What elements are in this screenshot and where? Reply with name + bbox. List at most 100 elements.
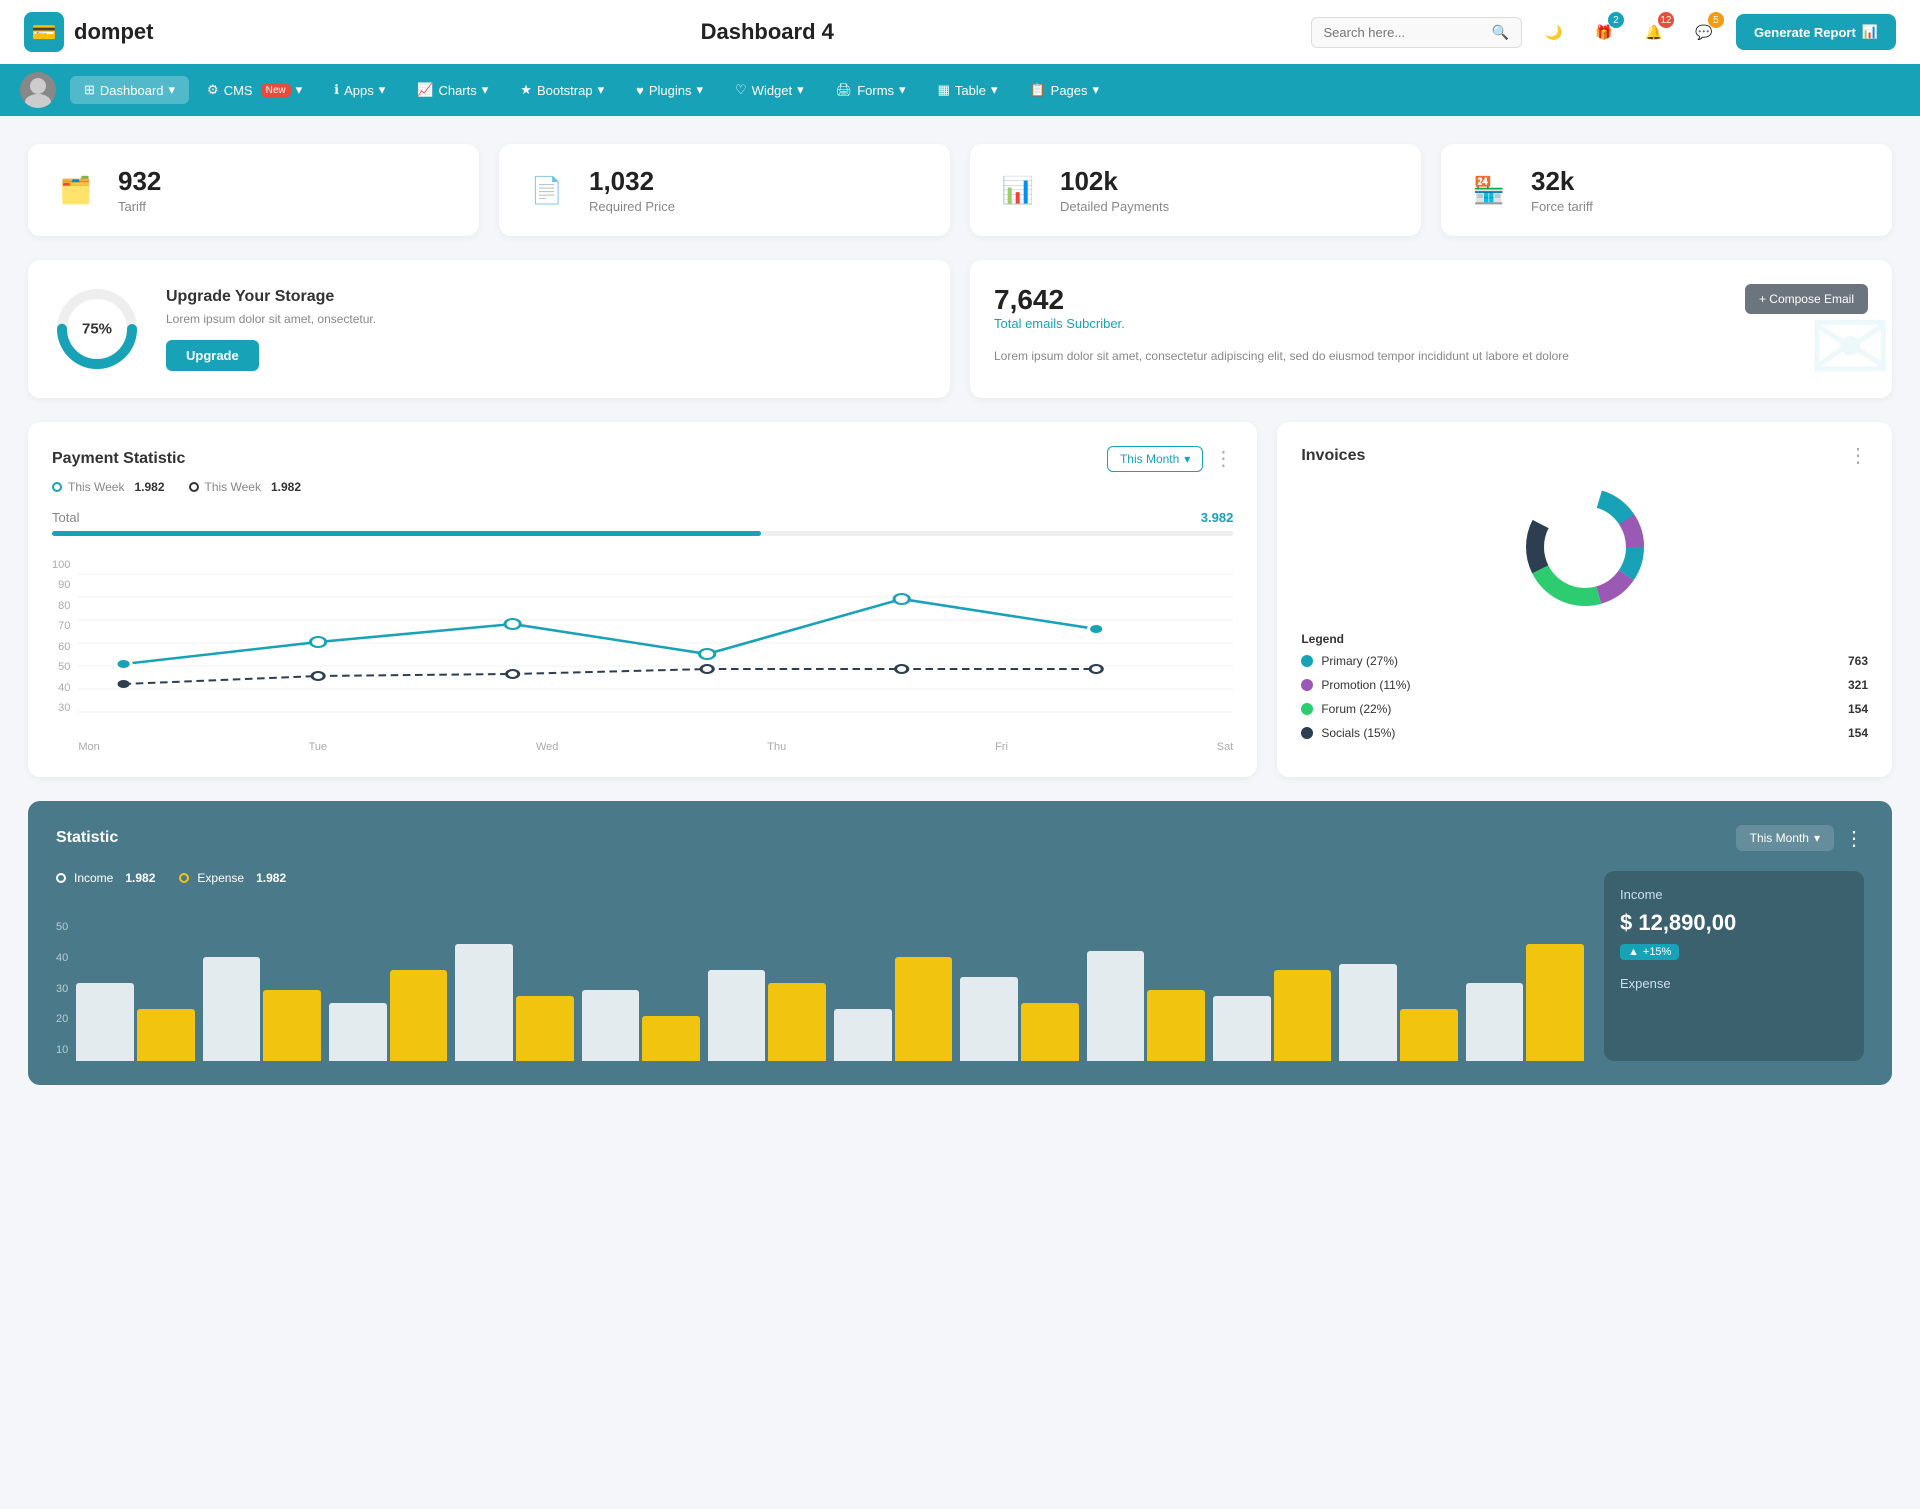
nav-item-apps[interactable]: ℹ Apps ▾ bbox=[320, 76, 399, 104]
chevron-down-icon-charts: ▾ bbox=[482, 82, 489, 98]
stat-info-tariff: 932 Tariff bbox=[118, 166, 161, 214]
bar-group bbox=[329, 921, 447, 1061]
statistic-month-filter-button[interactable]: This Month ▾ bbox=[1736, 825, 1834, 851]
total-value: 3.982 bbox=[1201, 510, 1234, 525]
storage-card-inner: 75% Upgrade Your Storage Lorem ipsum dol… bbox=[52, 284, 926, 374]
payment-y-labels: 100 90 80 70 60 50 40 30 bbox=[52, 554, 78, 734]
nav-label-apps: Apps bbox=[344, 83, 374, 98]
legend-expense: Expense 1.982 bbox=[179, 871, 286, 885]
nav-label-table: Table bbox=[955, 83, 986, 98]
filter-label: This Month bbox=[1120, 452, 1179, 466]
tariff-label: Tariff bbox=[118, 199, 161, 214]
legend-label-primary: Primary (27%) bbox=[1321, 654, 1398, 668]
email-description: Lorem ipsum dolor sit amet, consectetur … bbox=[994, 347, 1868, 365]
bar-group bbox=[203, 921, 321, 1061]
this-month-filter-button[interactable]: This Month ▾ bbox=[1107, 446, 1203, 472]
search-input[interactable] bbox=[1324, 25, 1484, 40]
chevron-down-icon-pages: ▾ bbox=[1093, 82, 1100, 98]
legend-color-socials bbox=[1301, 727, 1313, 739]
chevron-down-icon-forms: ▾ bbox=[899, 82, 906, 98]
bar-white bbox=[455, 944, 513, 1061]
nav-label-charts: Charts bbox=[438, 83, 476, 98]
chat-badge: 5 bbox=[1708, 12, 1724, 28]
income-legend-val: 1.982 bbox=[125, 871, 155, 885]
payment-chart-more-options[interactable]: ⋮ bbox=[1213, 449, 1233, 469]
income-panel-title: Income bbox=[1620, 887, 1848, 902]
storage-title: Upgrade Your Storage bbox=[166, 288, 376, 306]
legend-primary-left: Primary (27%) bbox=[1301, 654, 1398, 668]
chevron-down-icon-plugins: ▾ bbox=[696, 82, 703, 98]
bar-yellow bbox=[1400, 1009, 1458, 1061]
email-header: 7,642 Total emails Subcriber. + Compose … bbox=[994, 284, 1868, 339]
income-panel-amount: $ 12,890,00 bbox=[1620, 910, 1848, 936]
bar-group bbox=[708, 921, 826, 1061]
invoices-card: Invoices ⋮ Legend bbox=[1277, 422, 1892, 777]
logo-text: dompet bbox=[74, 19, 153, 45]
legend-promotion: Promotion (11%) 321 bbox=[1301, 678, 1868, 692]
stat-info-detailed-payments: 102k Detailed Payments bbox=[1060, 166, 1169, 214]
bar-chart-icon: 📊 bbox=[1862, 24, 1878, 40]
table-icon: ▦ bbox=[938, 82, 950, 98]
payment-line-chart bbox=[78, 554, 1233, 734]
force-tariff-label: Force tariff bbox=[1531, 199, 1593, 214]
nav-label-pages: Pages bbox=[1051, 83, 1088, 98]
bell-icon-btn[interactable]: 🔔 12 bbox=[1636, 14, 1672, 50]
cms-badge: New bbox=[261, 84, 291, 97]
search-icon: 🔍 bbox=[1492, 24, 1509, 41]
gift-icon-btn[interactable]: 🎁 2 bbox=[1586, 14, 1622, 50]
stat-card-required-price: 📄 1,032 Required Price bbox=[499, 144, 950, 236]
stat-info-required-price: 1,032 Required Price bbox=[589, 166, 675, 214]
legend-label-forum: Forum (22%) bbox=[1321, 702, 1391, 716]
pages-icon: 📋 bbox=[1029, 82, 1045, 98]
tariff-value: 932 bbox=[118, 166, 161, 197]
legend-dot-teal bbox=[52, 482, 62, 492]
force-tariff-value: 32k bbox=[1531, 166, 1593, 197]
bar-group bbox=[1213, 921, 1331, 1061]
nav-item-pages[interactable]: 📋 Pages ▾ bbox=[1015, 76, 1113, 104]
legend-count-socials: 154 bbox=[1848, 726, 1868, 740]
chevron-down-icon-apps: ▾ bbox=[379, 82, 386, 98]
chevron-down-icon-bootstrap: ▾ bbox=[598, 82, 605, 98]
email-label: Total emails Subcriber. bbox=[994, 316, 1125, 331]
detailed-payments-icon: 📊 bbox=[994, 166, 1042, 214]
payment-legend-row: This Week 1.982 This Week 1.982 bbox=[52, 480, 1233, 494]
invoices-more-options[interactable]: ⋮ bbox=[1848, 446, 1868, 466]
nav-item-forms[interactable]: 🖨 Forms ▾ bbox=[822, 76, 920, 104]
header: 💳 dompet Dashboard 4 🔍 🌙 🎁 2 🔔 12 💬 5 Ge… bbox=[0, 0, 1920, 64]
nav-item-plugins[interactable]: ♥ Plugins ▾ bbox=[622, 76, 717, 104]
upgrade-button[interactable]: Upgrade bbox=[166, 340, 259, 371]
nav-item-dashboard[interactable]: ⊞ Dashboard ▾ bbox=[70, 76, 189, 104]
payment-chart-header: Payment Statistic This Month ▾ ⋮ bbox=[52, 446, 1233, 472]
bar-white bbox=[1213, 996, 1271, 1061]
chart-filter-area: This Month ▾ ⋮ bbox=[1107, 446, 1233, 472]
legend-val-1: 1.982 bbox=[134, 480, 164, 494]
income-panel: Income $ 12,890,00 ▲ +15% Expense bbox=[1604, 871, 1864, 1061]
generate-report-button[interactable]: Generate Report 📊 bbox=[1736, 14, 1896, 50]
gear-icon: ⚙ bbox=[207, 82, 219, 98]
nav-item-charts[interactable]: 📈 Charts ▾ bbox=[403, 76, 502, 104]
chevron-down-icon-table: ▾ bbox=[991, 82, 998, 98]
bar-group bbox=[960, 921, 1078, 1061]
generate-report-label: Generate Report bbox=[1754, 25, 1856, 40]
detailed-payments-value: 102k bbox=[1060, 166, 1169, 197]
header-right: 🔍 🌙 🎁 2 🔔 12 💬 5 Generate Report 📊 bbox=[1311, 14, 1897, 50]
storage-donut-chart: 75% bbox=[52, 284, 142, 374]
statistic-filter-label: This Month bbox=[1750, 831, 1809, 845]
legend-dot-dark bbox=[189, 482, 199, 492]
statistic-more-options[interactable]: ⋮ bbox=[1844, 826, 1864, 851]
nav-label-bootstrap: Bootstrap bbox=[537, 83, 593, 98]
nav-item-widget[interactable]: ♡ Widget ▾ bbox=[721, 76, 818, 104]
chat-icon-btn[interactable]: 💬 5 bbox=[1686, 14, 1722, 50]
invoices-title: Invoices bbox=[1301, 447, 1365, 465]
printer-icon: 🖨 bbox=[836, 82, 853, 98]
nav-item-bootstrap[interactable]: ★ Bootstrap ▾ bbox=[506, 76, 618, 104]
bar-yellow bbox=[1147, 990, 1205, 1062]
moon-icon: 🌙 bbox=[1545, 24, 1562, 41]
nav-item-table[interactable]: ▦ Table ▾ bbox=[924, 76, 1012, 104]
bar-white bbox=[1339, 964, 1397, 1062]
search-box[interactable]: 🔍 bbox=[1311, 17, 1522, 48]
nav-item-cms[interactable]: ⚙ CMS New ▾ bbox=[193, 76, 316, 104]
moon-icon-btn[interactable]: 🌙 bbox=[1536, 14, 1572, 50]
bar-group bbox=[455, 921, 573, 1061]
statistic-title: Statistic bbox=[56, 829, 118, 847]
